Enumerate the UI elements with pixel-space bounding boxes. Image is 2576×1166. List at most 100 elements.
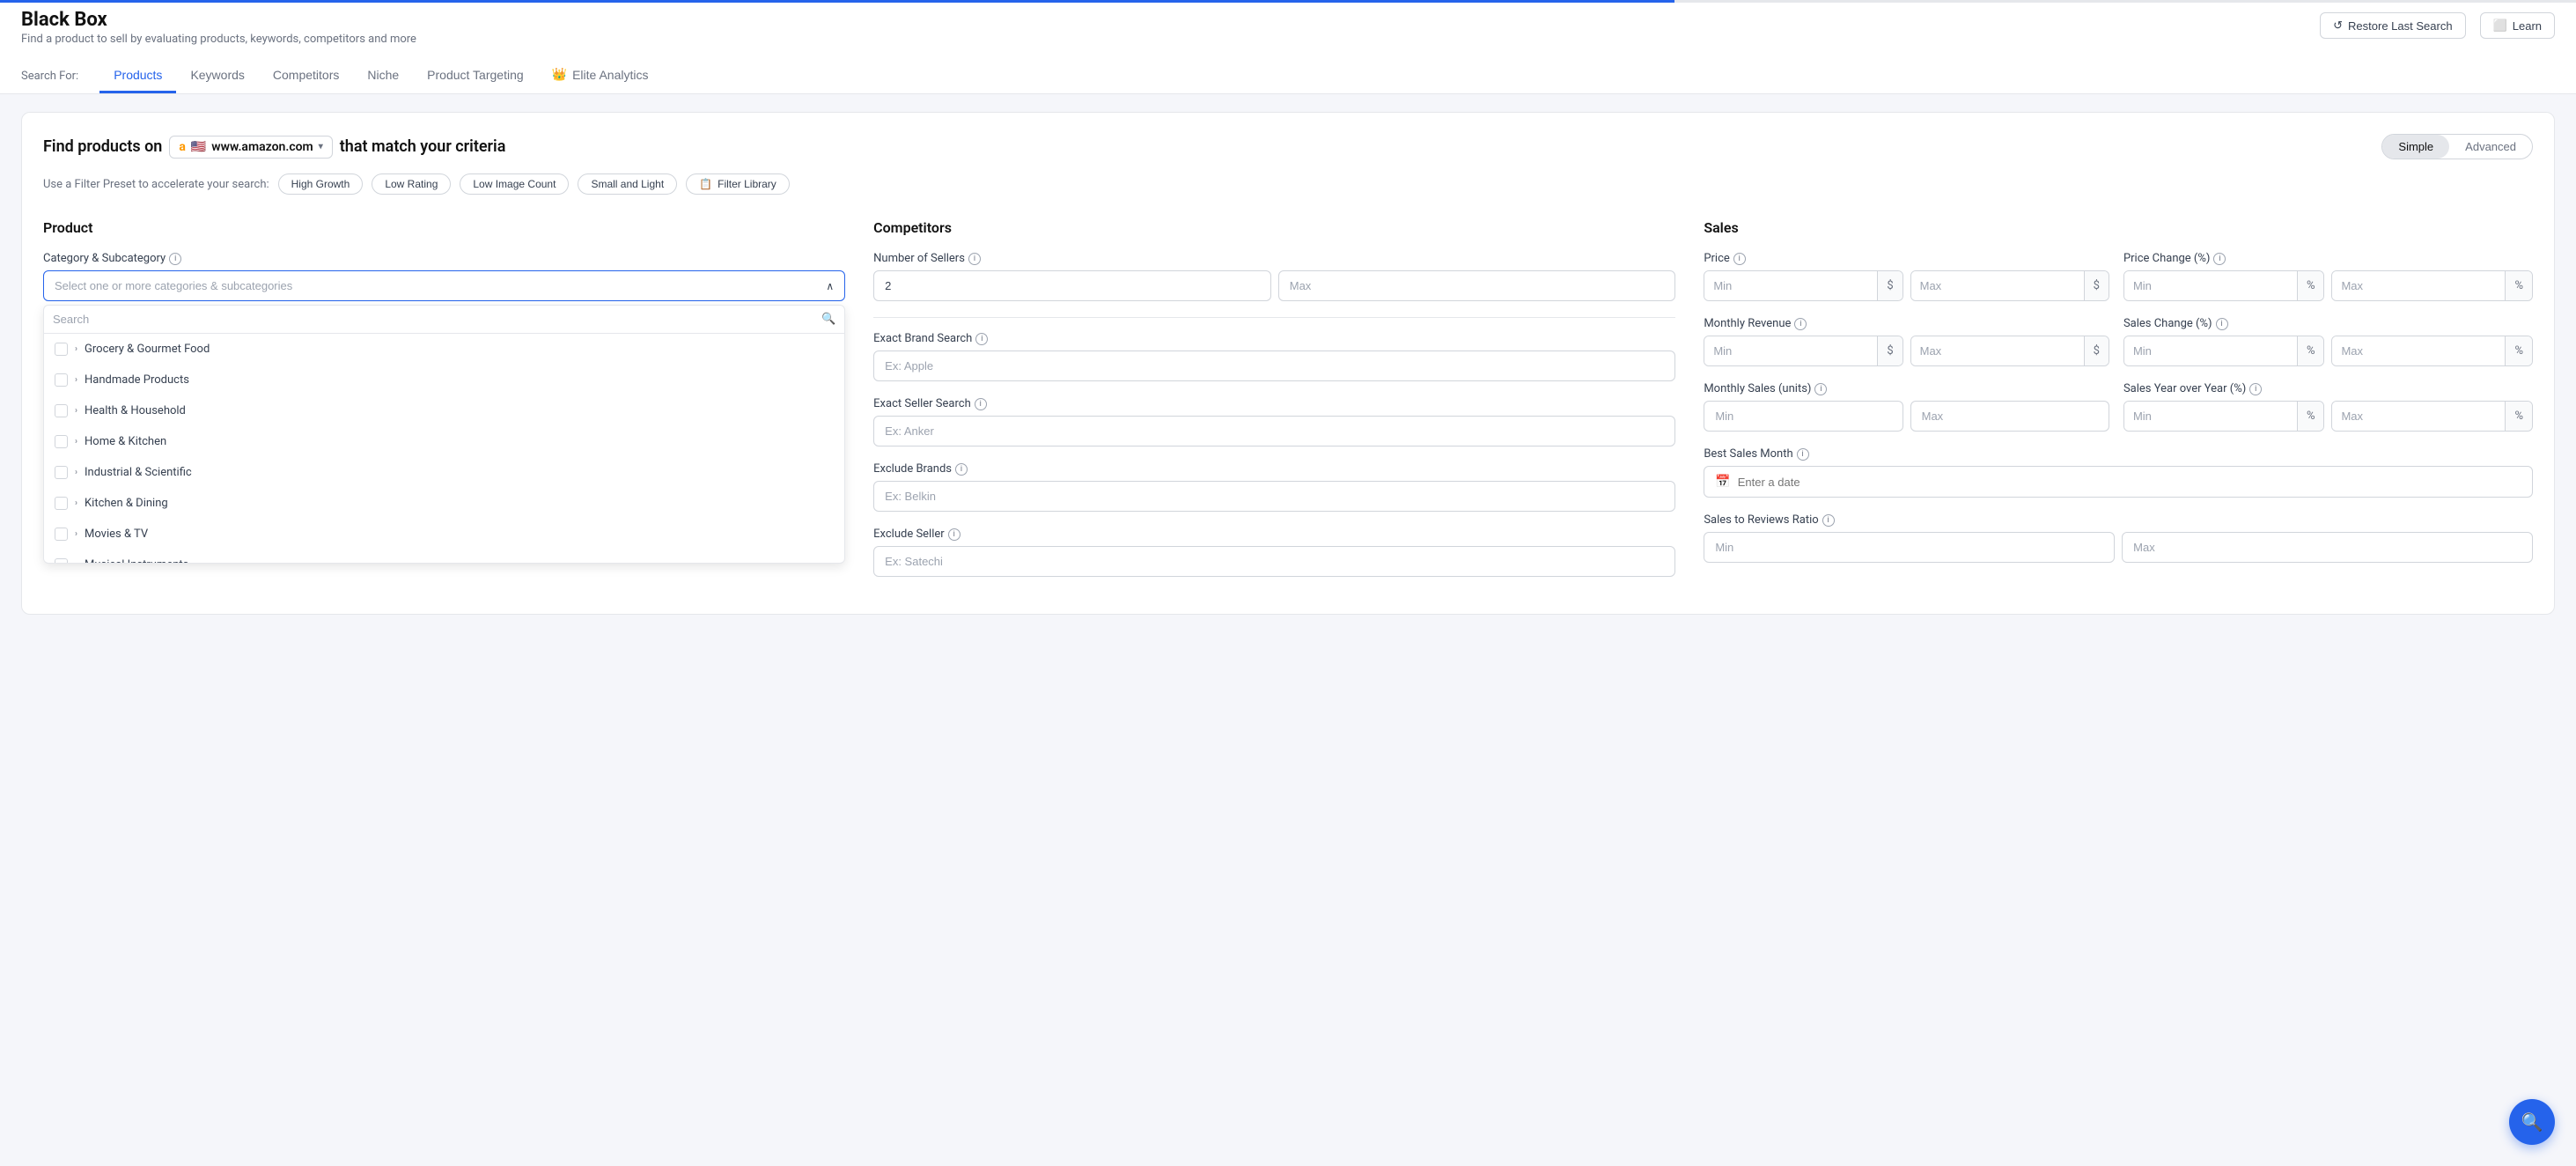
- revenue-row: Monthly Revenue i $ $: [1704, 317, 2533, 366]
- list-item[interactable]: › Musical Instruments: [44, 550, 844, 563]
- checkbox-home-kitchen[interactable]: [55, 435, 68, 448]
- preset-small-and-light[interactable]: Small and Light: [578, 173, 677, 195]
- number-of-sellers-field: Number of Sellers i: [873, 252, 1675, 301]
- exact-brand-info-icon[interactable]: i: [975, 333, 988, 345]
- tab-keywords[interactable]: Keywords: [176, 58, 258, 93]
- search-fab-button[interactable]: 🔍: [2509, 1099, 2555, 1145]
- monthly-sales-row: Monthly Sales (units) i Sales Year over …: [1704, 382, 2533, 432]
- sales-reviews-ratio-info-icon[interactable]: i: [1822, 514, 1835, 527]
- sales-yoy-field: Sales Year over Year (%) i % %: [2123, 382, 2533, 432]
- checkbox-musical[interactable]: [55, 558, 68, 563]
- sales-change-min-input[interactable]: [2124, 336, 2297, 365]
- price-min-input[interactable]: [1704, 271, 1877, 300]
- list-item[interactable]: › Movies & TV: [44, 519, 844, 550]
- price-change-max-input[interactable]: [2332, 271, 2505, 300]
- exact-seller-input[interactable]: [873, 416, 1675, 446]
- exclude-seller-info-icon[interactable]: i: [948, 528, 960, 541]
- tab-niche[interactable]: Niche: [353, 58, 413, 93]
- price-max-input[interactable]: [1911, 271, 2084, 300]
- category-item-label: Musical Instruments: [85, 558, 188, 563]
- checkbox-movies-tv[interactable]: [55, 528, 68, 541]
- monthly-revenue-min-input[interactable]: [1704, 336, 1877, 365]
- sales-change-field: Sales Change (%) i % %: [2123, 317, 2533, 366]
- checkbox-grocery[interactable]: [55, 343, 68, 356]
- sales-yoy-max-input[interactable]: [2332, 402, 2505, 431]
- exclude-brands-input[interactable]: [873, 481, 1675, 512]
- filter-library-button[interactable]: 📋 Filter Library: [686, 173, 790, 195]
- list-item[interactable]: › Health & Household: [44, 395, 844, 426]
- sales-change-info-icon[interactable]: i: [2216, 318, 2228, 330]
- tab-product-targeting[interactable]: Product Targeting: [413, 58, 537, 93]
- list-item[interactable]: › Kitchen & Dining: [44, 488, 844, 519]
- price-change-info-icon[interactable]: i: [2213, 253, 2226, 265]
- expand-icon[interactable]: ›: [75, 437, 77, 446]
- sales-reviews-ratio-max-input[interactable]: [2122, 532, 2533, 563]
- preset-low-rating[interactable]: Low Rating: [372, 173, 451, 195]
- expand-icon[interactable]: ›: [75, 375, 77, 385]
- sellers-min-input[interactable]: [873, 270, 1271, 301]
- sales-reviews-ratio-min-input[interactable]: [1704, 532, 2115, 563]
- sales-change-max-input[interactable]: [2332, 336, 2505, 365]
- monthly-sales-min-input[interactable]: [1704, 401, 1903, 432]
- category-item-label: Home & Kitchen: [85, 435, 166, 448]
- checkbox-health[interactable]: [55, 404, 68, 417]
- find-products-title: Find products on a 🇺🇸 www.amazon.com ▾ t…: [43, 136, 505, 159]
- sellers-max-input[interactable]: [1278, 270, 1676, 301]
- sales-yoy-input-row: % %: [2123, 401, 2533, 432]
- category-item-label: Industrial & Scientific: [85, 466, 192, 479]
- sales-yoy-min-suffix: %: [2297, 402, 2324, 431]
- best-sales-month-input[interactable]: [1738, 476, 2521, 489]
- restore-last-search-button[interactable]: ↺ Restore Last Search: [2320, 12, 2465, 39]
- exclude-seller-field: Exclude Seller i: [873, 528, 1675, 577]
- learn-button[interactable]: ⬜ Learn: [2480, 12, 2555, 39]
- competitors-section-title: Competitors: [873, 219, 1675, 236]
- monthly-sales-max-input[interactable]: [1910, 401, 2109, 432]
- category-search-input[interactable]: [53, 313, 821, 326]
- price-change-min-input[interactable]: [2124, 271, 2297, 300]
- category-dropdown-panel: 🔍 › Grocery & Gourmet Food: [43, 305, 845, 564]
- exact-brand-input[interactable]: [873, 351, 1675, 381]
- competitors-section: Competitors Number of Sellers i: [873, 219, 1675, 593]
- list-item[interactable]: › Grocery & Gourmet Food: [44, 334, 844, 365]
- list-item[interactable]: › Home & Kitchen: [44, 426, 844, 457]
- price-change-max-wrapper: %: [2331, 270, 2533, 301]
- price-info-icon[interactable]: i: [1733, 253, 1746, 265]
- monthly-sales-info-icon[interactable]: i: [1814, 383, 1827, 395]
- expand-icon[interactable]: ›: [75, 468, 77, 477]
- monthly-revenue-info-icon[interactable]: i: [1794, 318, 1807, 330]
- tab-elite-analytics[interactable]: 👑 Elite Analytics: [538, 58, 663, 93]
- monthly-revenue-max-input[interactable]: [1911, 336, 2084, 365]
- expand-icon[interactable]: ›: [75, 498, 77, 508]
- category-info-icon[interactable]: i: [169, 253, 181, 265]
- checkbox-kitchen-dining[interactable]: [55, 497, 68, 510]
- find-products-prefix: Find products on: [43, 137, 162, 156]
- category-select-button[interactable]: Select one or more categories & subcateg…: [43, 270, 845, 301]
- amazon-selector[interactable]: a 🇺🇸 www.amazon.com ▾: [169, 136, 332, 159]
- expand-icon[interactable]: ›: [75, 344, 77, 354]
- best-sales-month-field: Best Sales Month i 📅: [1704, 447, 2533, 498]
- advanced-toggle-button[interactable]: Advanced: [2449, 135, 2532, 159]
- simple-toggle-button[interactable]: Simple: [2382, 135, 2449, 159]
- preset-low-image-count[interactable]: Low Image Count: [460, 173, 569, 195]
- exact-seller-info-icon[interactable]: i: [975, 398, 987, 410]
- expand-icon[interactable]: ›: [75, 560, 77, 563]
- sales-section-title: Sales: [1704, 219, 2533, 236]
- expand-icon[interactable]: ›: [75, 406, 77, 416]
- exclude-seller-input[interactable]: [873, 546, 1675, 577]
- price-max-input-wrapper: $: [1910, 270, 2109, 301]
- tab-products[interactable]: Products: [99, 58, 176, 93]
- list-item[interactable]: › Industrial & Scientific: [44, 457, 844, 488]
- preset-high-growth[interactable]: High Growth: [278, 173, 364, 195]
- checkbox-handmade[interactable]: [55, 373, 68, 387]
- expand-icon[interactable]: ›: [75, 529, 77, 539]
- sales-yoy-info-icon[interactable]: i: [2249, 383, 2262, 395]
- price-change-min-wrapper: %: [2123, 270, 2325, 301]
- tab-competitors[interactable]: Competitors: [259, 58, 353, 93]
- best-sales-month-info-icon[interactable]: i: [1797, 448, 1809, 461]
- amazon-url-label: www.amazon.com: [211, 140, 313, 154]
- exclude-brands-info-icon[interactable]: i: [955, 463, 968, 476]
- sales-yoy-min-input[interactable]: [2124, 402, 2297, 431]
- list-item[interactable]: › Handmade Products: [44, 365, 844, 395]
- sellers-info-icon[interactable]: i: [968, 253, 981, 265]
- checkbox-industrial[interactable]: [55, 466, 68, 479]
